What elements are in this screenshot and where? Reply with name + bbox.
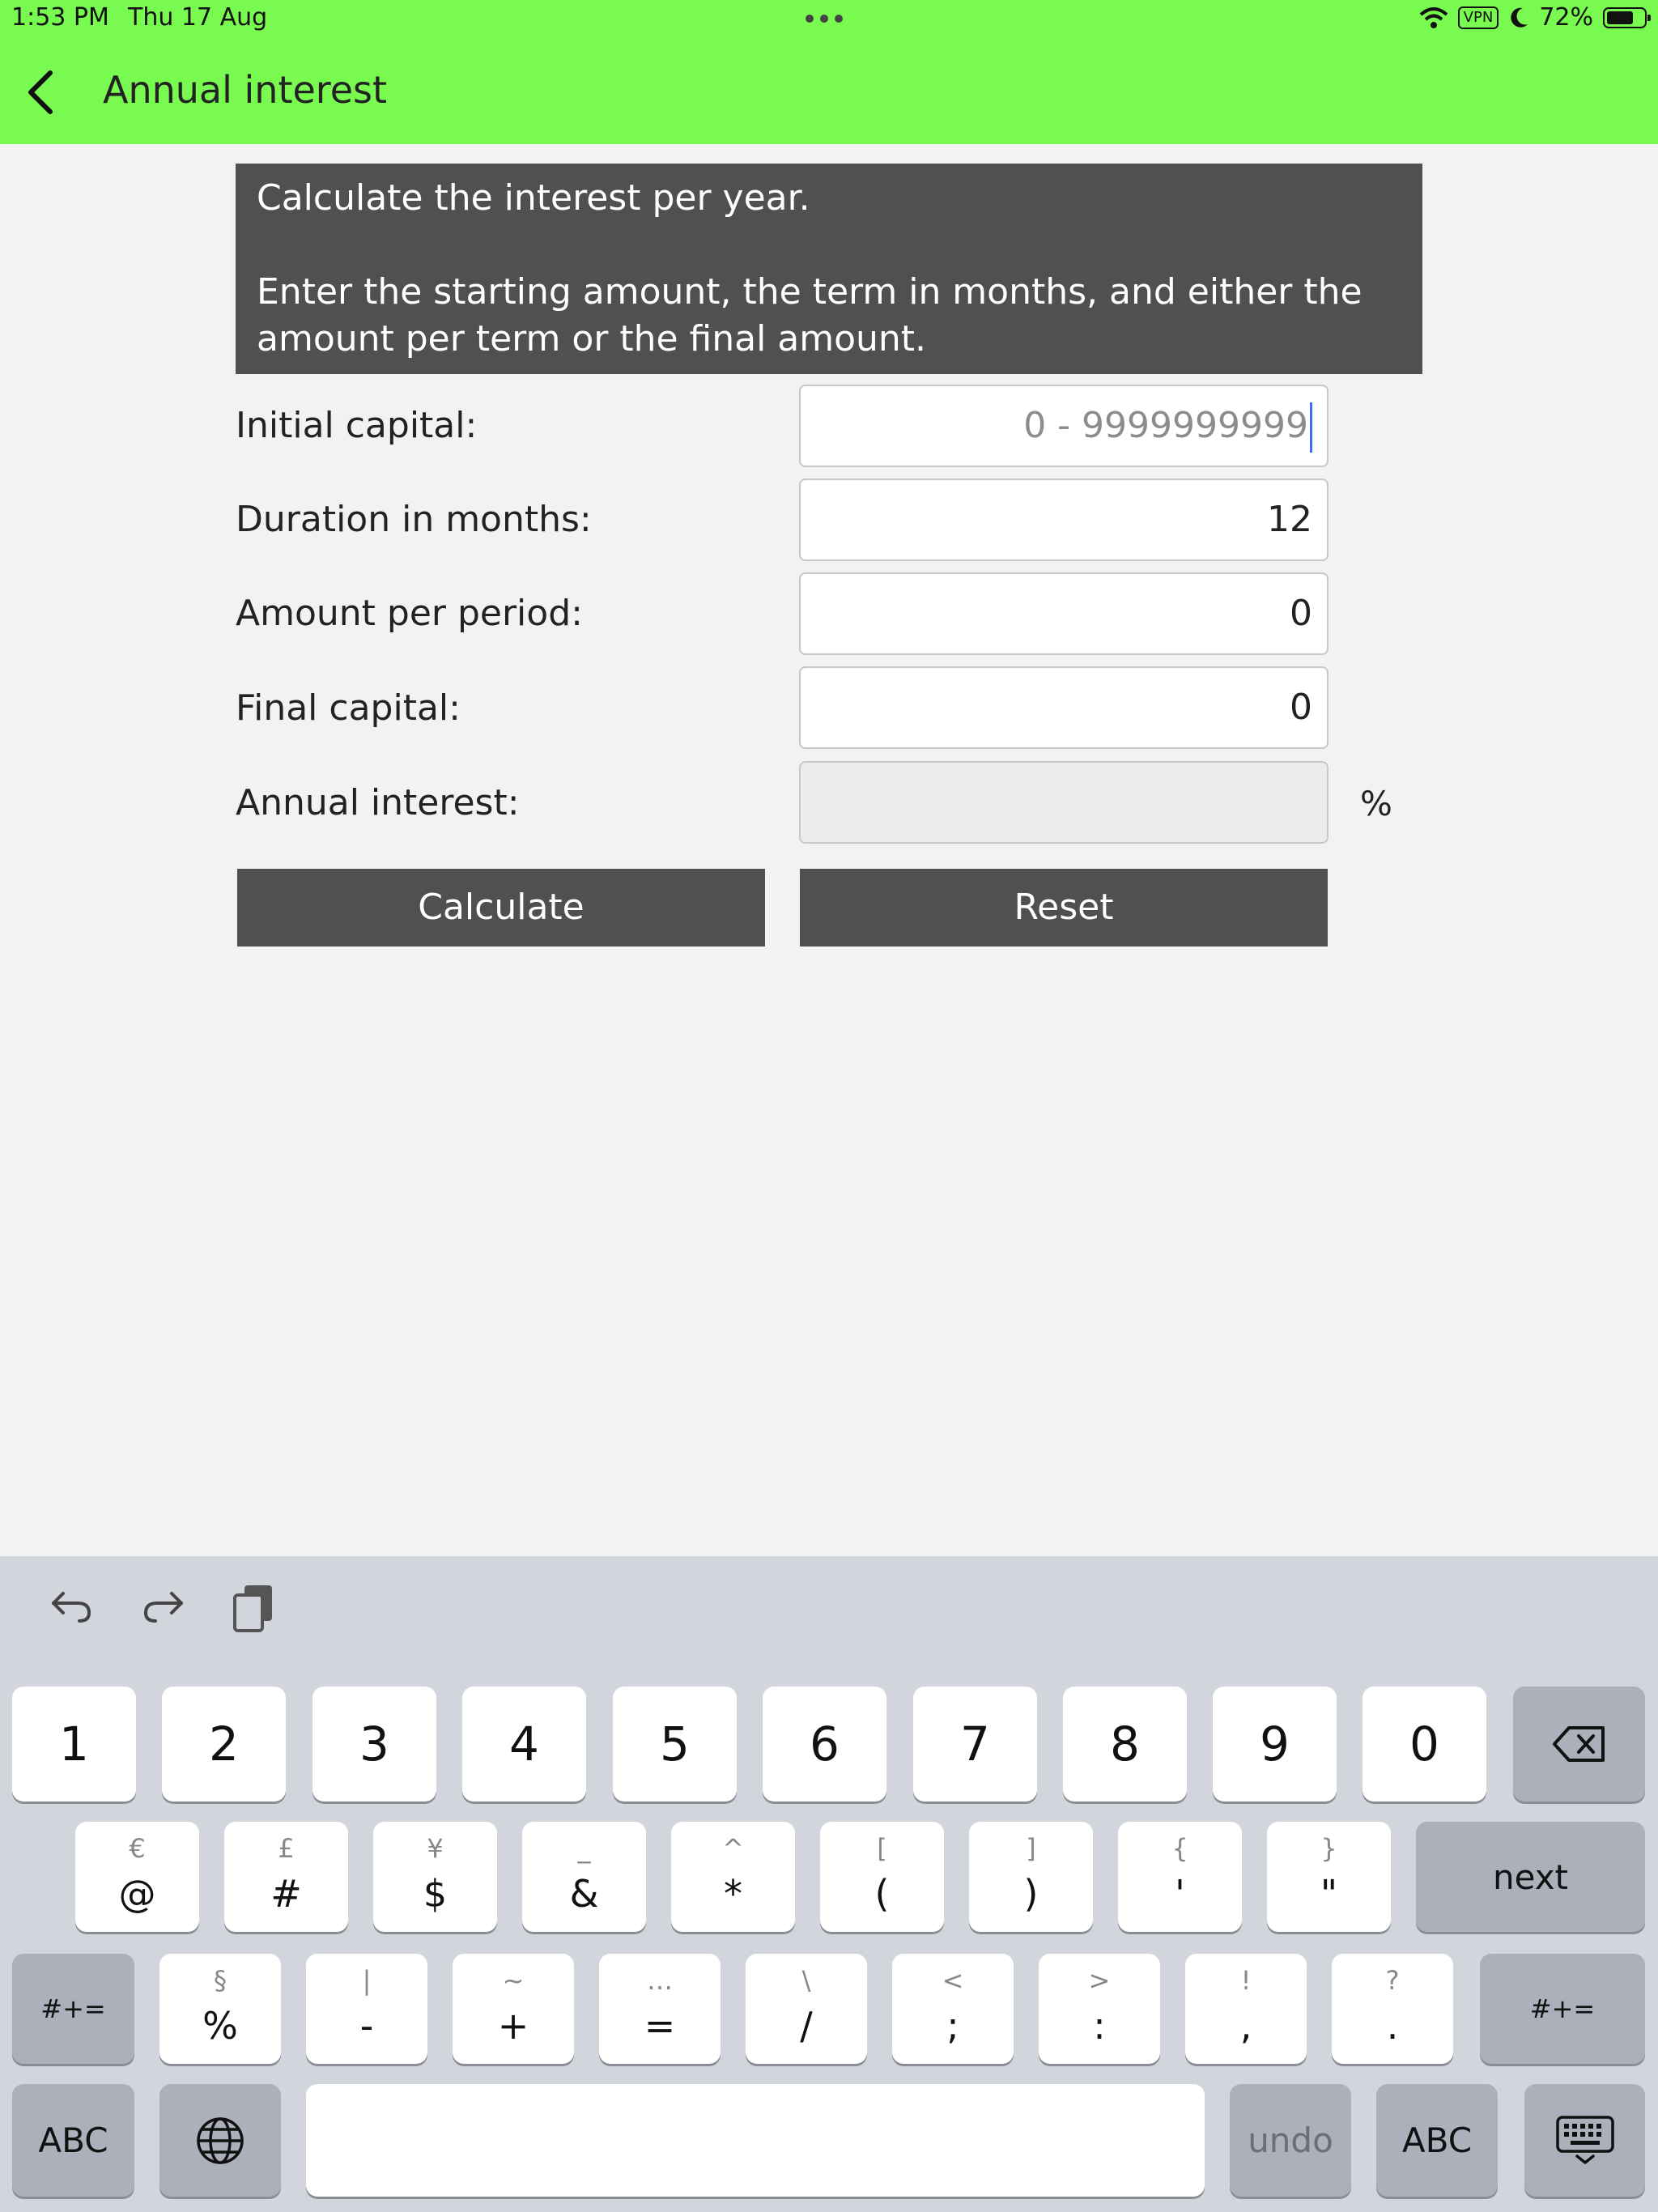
- key-minus[interactable]: | -: [306, 1954, 427, 2064]
- annual-interest-output: [799, 761, 1329, 844]
- battery-fill: [1607, 11, 1633, 24]
- key-1[interactable]: 1: [12, 1687, 136, 1802]
- key-plus[interactable]: ~ +: [453, 1954, 574, 2064]
- duration-label: Duration in months:: [236, 499, 592, 540]
- info-panel: Calculate the interest per year. Enter t…: [236, 164, 1422, 374]
- abc-key-right[interactable]: ABC: [1376, 2084, 1498, 2197]
- key-semicolon[interactable]: <;: [892, 1954, 1014, 2064]
- space-bar[interactable]: [306, 2084, 1205, 2197]
- final-capital-label: Final capital:: [236, 687, 461, 729]
- percent-unit: %: [1360, 784, 1392, 823]
- key-asterisk[interactable]: ^ *: [671, 1822, 795, 1932]
- info-line-1: Calculate the interest per year.: [257, 177, 810, 219]
- amount-per-period-input[interactable]: 0: [799, 572, 1329, 655]
- battery-percent: 72%: [1539, 3, 1593, 32]
- undo-key[interactable]: undo: [1230, 2084, 1351, 2197]
- key-7[interactable]: 7: [913, 1687, 1037, 1802]
- key-ampersand[interactable]: _ &: [522, 1822, 646, 1932]
- initial-capital-label: Initial capital:: [236, 405, 478, 446]
- key-8[interactable]: 8: [1063, 1687, 1187, 1802]
- page-title: Annual interest: [103, 68, 387, 112]
- key-hash[interactable]: £ #: [224, 1822, 348, 1932]
- globe-key[interactable]: [159, 2084, 281, 2197]
- final-capital-input[interactable]: 0: [799, 666, 1329, 749]
- keyboard-dismiss-icon: [1555, 2115, 1614, 2164]
- calculate-button[interactable]: Calculate: [237, 869, 765, 946]
- status-indicators: VPN 72%: [1419, 3, 1651, 32]
- key-open-paren[interactable]: [(: [820, 1822, 944, 1932]
- dismiss-keyboard-key[interactable]: [1524, 2084, 1645, 2197]
- amount-per-period-label: Amount per period:: [236, 593, 583, 634]
- next-key[interactable]: next: [1416, 1822, 1645, 1932]
- symbols-shift-key-right[interactable]: #+=: [1480, 1954, 1645, 2064]
- battery-icon: [1603, 6, 1651, 28]
- back-chevron-icon[interactable]: [21, 68, 60, 117]
- key-5[interactable]: 5: [613, 1687, 737, 1802]
- key-2[interactable]: 2: [162, 1687, 286, 1802]
- status-date: Thu 17 Aug: [128, 3, 268, 32]
- duration-input[interactable]: 12: [799, 479, 1329, 561]
- symbols-shift-key-left[interactable]: #+=: [12, 1954, 134, 2064]
- key-at[interactable]: € @: [75, 1822, 199, 1932]
- key-dollar[interactable]: ¥ $: [373, 1822, 497, 1932]
- multitasking-dots-icon[interactable]: [806, 15, 843, 23]
- key-0[interactable]: 0: [1363, 1687, 1486, 1802]
- key-3[interactable]: 3: [312, 1687, 436, 1802]
- key-colon[interactable]: >:: [1039, 1954, 1160, 2064]
- text-cursor: [1310, 402, 1312, 453]
- key-4[interactable]: 4: [462, 1687, 586, 1802]
- key-percent[interactable]: §%: [159, 1954, 281, 2064]
- backspace-icon: [1552, 1726, 1605, 1762]
- moon-icon: [1511, 7, 1528, 28]
- key-6[interactable]: 6: [763, 1687, 886, 1802]
- key-equals[interactable]: … =: [599, 1954, 721, 2064]
- vpn-badge: VPN: [1457, 6, 1499, 29]
- key-close-paren[interactable]: ]): [969, 1822, 1093, 1932]
- redo-arrow-icon[interactable]: [141, 1582, 186, 1627]
- top-bar: 1:53 PM Thu 17 Aug VPN 72% Annual intere…: [0, 0, 1658, 144]
- initial-capital-placeholder: 0 - 9999999999: [1023, 405, 1308, 446]
- info-line-2: Enter the starting amount, the term in m…: [257, 271, 1363, 359]
- wifi-icon: [1419, 6, 1448, 28]
- abc-key-left[interactable]: ABC: [12, 2084, 134, 2197]
- key-period[interactable]: ?.: [1332, 1954, 1453, 2064]
- key-slash[interactable]: \ /: [746, 1954, 867, 2064]
- globe-icon: [197, 2116, 244, 2164]
- key-apostrophe[interactable]: {': [1118, 1822, 1242, 1932]
- backspace-key[interactable]: [1513, 1687, 1645, 1802]
- initial-capital-input[interactable]: 0 - 9999999999: [799, 385, 1329, 467]
- clipboard-paste-icon[interactable]: [232, 1582, 277, 1632]
- annual-interest-label: Annual interest:: [236, 782, 520, 823]
- key-quote[interactable]: } ": [1267, 1822, 1391, 1932]
- reset-button[interactable]: Reset: [800, 869, 1328, 946]
- undo-arrow-icon[interactable]: [49, 1582, 94, 1627]
- key-comma[interactable]: !,: [1185, 1954, 1307, 2064]
- status-time: 1:53 PM: [11, 3, 109, 32]
- key-9[interactable]: 9: [1213, 1687, 1337, 1802]
